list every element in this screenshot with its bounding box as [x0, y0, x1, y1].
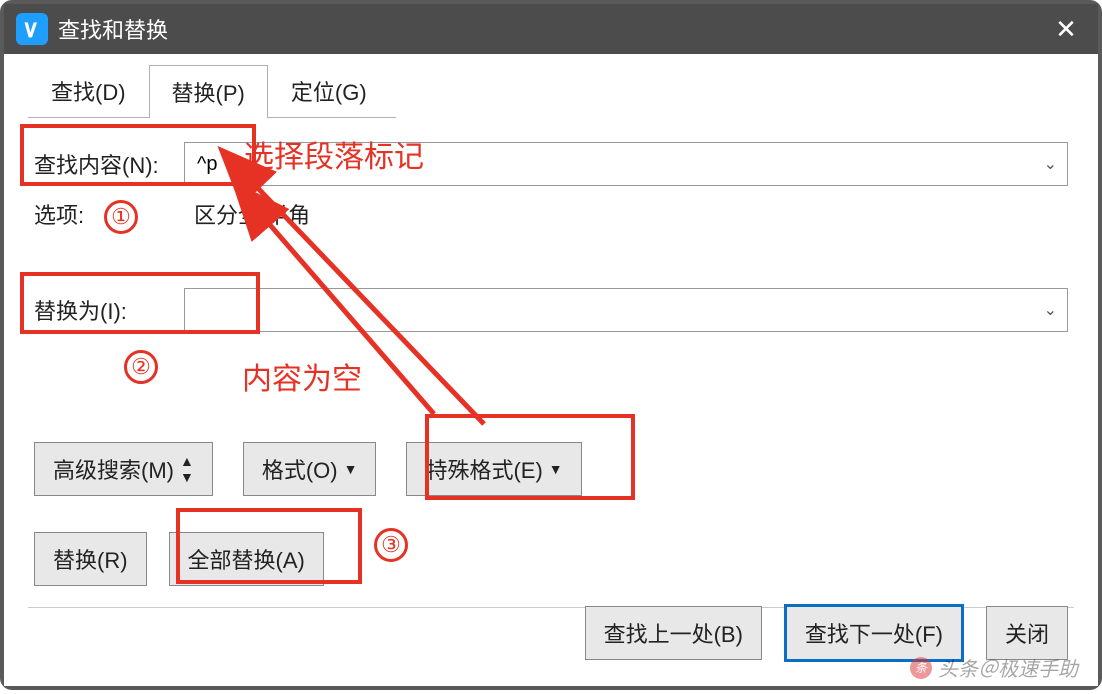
- form-area: 查找内容(N): ⌄ 选项: 区分全/半角 替换为(I): ⌄ 高级搜索(M)▲…: [4, 118, 1098, 586]
- find-row: 查找内容(N): ⌄: [34, 142, 1068, 186]
- close-button[interactable]: 关闭: [986, 606, 1068, 660]
- chevron-down-icon[interactable]: ⌄: [1044, 154, 1057, 174]
- special-format-button[interactable]: 特殊格式(E) ▼: [406, 442, 581, 496]
- replace-combo[interactable]: ⌄: [184, 288, 1068, 332]
- chevron-down-icon[interactable]: ⌄: [1044, 300, 1057, 320]
- watermark-text: 头条＠极速手助: [938, 653, 1078, 682]
- tab-find[interactable]: 查找(D): [28, 64, 149, 117]
- format-button[interactable]: 格式(O) ▼: [243, 442, 377, 496]
- chevron-down-icon: ▼: [344, 461, 358, 477]
- close-icon[interactable]: ✕: [1046, 9, 1086, 49]
- chevron-down-icon: ▼: [549, 461, 563, 477]
- watermark: 条 头条＠极速手助: [910, 653, 1078, 682]
- find-input[interactable]: [197, 153, 1055, 176]
- find-label: 查找内容(N):: [34, 148, 184, 180]
- dialog-frame: 查找和替换 ✕ 查找(D) 替换(P) 定位(G) 查找内容(N): ⌄ 选项:…: [0, 0, 1102, 690]
- replace-buttons: 替换(R) 全部替换(A): [34, 532, 1068, 586]
- tab-strip: 查找(D) 替换(P) 定位(G): [28, 70, 396, 118]
- replace-button[interactable]: 替换(R): [34, 532, 147, 586]
- app-logo-icon: [16, 13, 48, 45]
- watermark-logo-icon: 条: [910, 657, 932, 679]
- options-row: 选项: 区分全/半角: [34, 198, 1068, 230]
- options-label: 选项:: [34, 198, 184, 230]
- replace-row: 替换为(I): ⌄: [34, 288, 1068, 332]
- find-prev-button[interactable]: 查找上一处(B): [585, 606, 762, 660]
- replace-input[interactable]: [197, 299, 1055, 322]
- replace-all-button[interactable]: 全部替换(A): [169, 532, 324, 586]
- format-label: 格式(O): [262, 453, 338, 485]
- special-label: 特殊格式(E): [425, 453, 542, 485]
- title-bar: 查找和替换 ✕: [4, 4, 1098, 54]
- advanced-search-label: 高级搜索(M): [53, 453, 174, 485]
- updown-icon: ▲▼: [180, 453, 194, 485]
- advanced-search-button[interactable]: 高级搜索(M)▲▼: [34, 442, 213, 496]
- replace-label: 替换为(I):: [34, 294, 184, 326]
- client-area: 查找(D) 替换(P) 定位(G) 查找内容(N): ⌄ 选项: 区分全/半角 …: [4, 54, 1098, 686]
- options-value: 区分全/半角: [194, 198, 310, 230]
- middle-buttons: 高级搜索(M)▲▼ 格式(O) ▼ 特殊格式(E) ▼: [34, 442, 1068, 496]
- window-title: 查找和替换: [58, 13, 168, 45]
- tab-goto[interactable]: 定位(G): [268, 64, 390, 117]
- find-combo[interactable]: ⌄: [184, 142, 1068, 186]
- tab-replace[interactable]: 替换(P): [149, 65, 268, 118]
